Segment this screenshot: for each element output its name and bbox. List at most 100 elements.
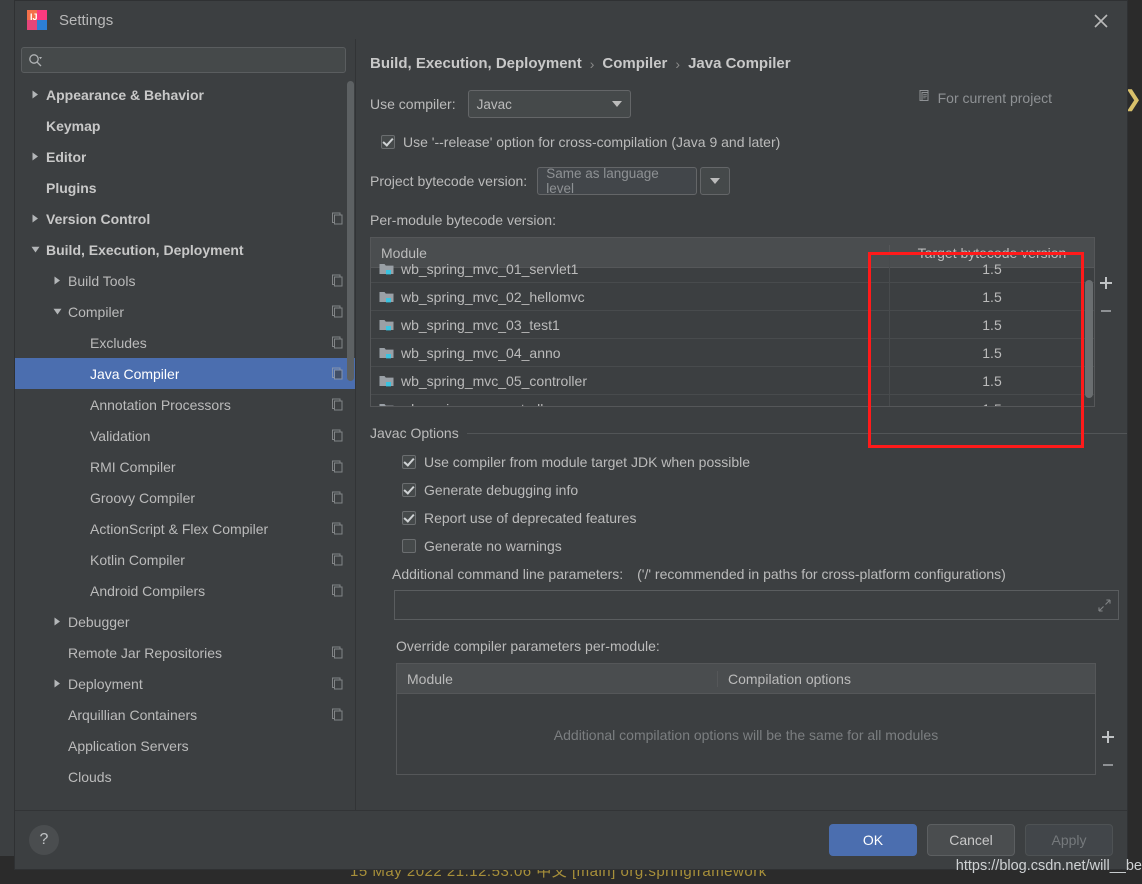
chevron-right-icon[interactable]: [51, 274, 64, 287]
javac-option-checkbox[interactable]: [402, 455, 416, 469]
module-cell: wb_springmvc_controller: [371, 401, 889, 406]
sidebar-item-remote-jar-repositories[interactable]: Remote Jar Repositories: [15, 637, 356, 668]
use-compiler-value: Javac: [476, 96, 512, 112]
table-row[interactable]: wb_springmvc_controller 1.5: [371, 395, 1094, 406]
search-input[interactable]: [43, 51, 339, 69]
sidebar-item-rmi-compiler[interactable]: RMI Compiler: [15, 451, 356, 482]
target-bytecode-version-cell[interactable]: 1.5: [889, 311, 1094, 338]
override-section-label: Override compiler parameters per-module:: [396, 638, 660, 654]
sidebar-item-android-compilers[interactable]: Android Compilers: [15, 575, 356, 606]
sidebar-item-java-compiler[interactable]: Java Compiler: [15, 358, 356, 389]
sidebar-scrollbar[interactable]: [347, 81, 354, 381]
module-name: wb_spring_mvc_04_anno: [401, 344, 561, 361]
remove-override-button[interactable]: [1100, 757, 1116, 773]
project-bytecode-value-box[interactable]: Same as language level: [537, 166, 698, 196]
sidebar-item-plugins[interactable]: Plugins: [15, 172, 356, 203]
project-scope-icon: [331, 274, 344, 287]
table-row[interactable]: wb_spring_mvc_04_anno 1.5: [371, 339, 1094, 367]
search-box[interactable]: [21, 47, 346, 73]
settings-main-panel: Build, Execution, Deployment › Compiler …: [356, 39, 1127, 810]
add-override-button[interactable]: [1100, 729, 1116, 745]
override-table-actions: [1100, 729, 1116, 773]
sidebar-item-editor[interactable]: Editor: [15, 141, 356, 172]
table-row[interactable]: wb_spring_mvc_01_servlet1 1.5: [371, 255, 1094, 283]
remove-module-button[interactable]: [1098, 303, 1114, 319]
sidebar-item-build-execution-deployment[interactable]: Build, Execution, Deployment: [15, 234, 356, 265]
sidebar-item-annotation-processors[interactable]: Annotation Processors: [15, 389, 356, 420]
javac-option-checkbox[interactable]: [402, 511, 416, 525]
sidebar-item-compiler[interactable]: Compiler: [15, 296, 356, 327]
ok-button[interactable]: OK: [829, 824, 917, 856]
additional-params-input[interactable]: [394, 590, 1119, 620]
breadcrumb-item-1[interactable]: Compiler: [602, 55, 667, 72]
target-bytecode-version-cell[interactable]: 1.5: [889, 255, 1094, 282]
column-header-module[interactable]: Module: [397, 671, 717, 687]
chevron-right-icon[interactable]: [29, 150, 42, 163]
javac-option-row[interactable]: Generate no warnings: [402, 538, 1127, 554]
sidebar-item-deployment[interactable]: Deployment: [15, 668, 356, 699]
release-option-checkbox[interactable]: [381, 135, 395, 149]
sidebar-item-validation[interactable]: Validation: [15, 420, 356, 451]
use-compiler-select[interactable]: Javac: [467, 90, 631, 118]
sidebar-item-build-tools[interactable]: Build Tools: [15, 265, 356, 296]
javac-option-checkbox[interactable]: [402, 483, 416, 497]
chevron-right-icon[interactable]: [51, 615, 64, 628]
sidebar-item-label: Deployment: [68, 675, 143, 692]
add-module-button[interactable]: [1098, 275, 1114, 291]
module-name: wb_spring_mvc_02_hellomvc: [401, 288, 585, 305]
sidebar-item-appearance-behavior[interactable]: Appearance & Behavior: [15, 79, 356, 110]
target-bytecode-version-cell[interactable]: 1.5: [889, 339, 1094, 366]
sidebar-item-actionscript-flex-compiler[interactable]: ActionScript & Flex Compiler: [15, 513, 356, 544]
breadcrumb-separator: ›: [675, 55, 681, 72]
sidebar-item-excludes[interactable]: Excludes: [15, 327, 356, 358]
cancel-button[interactable]: Cancel: [927, 824, 1015, 856]
sidebar-item-label: Compiler: [68, 303, 125, 320]
sidebar-item-keymap[interactable]: Keymap: [15, 110, 356, 141]
sidebar-item-label: Appearance & Behavior: [46, 86, 204, 103]
javac-option-row[interactable]: Report use of deprecated features: [402, 510, 1127, 526]
sidebar-item-kotlin-compiler[interactable]: Kotlin Compiler: [15, 544, 356, 575]
help-button[interactable]: ?: [29, 825, 59, 855]
table-row[interactable]: wb_spring_mvc_03_test1 1.5: [371, 311, 1094, 339]
chevron-right-icon[interactable]: [51, 677, 64, 690]
project-bytecode-dropdown-button[interactable]: [700, 167, 731, 195]
breadcrumb-item-0[interactable]: Build, Execution, Deployment: [370, 55, 582, 72]
release-option-row[interactable]: Use '--release' option for cross-compila…: [381, 134, 1127, 150]
javac-option-row[interactable]: Use compiler from module target JDK when…: [402, 454, 1127, 470]
sidebar-item-partial[interactable]: [15, 792, 356, 806]
module-cell: wb_spring_mvc_03_test1: [371, 317, 889, 333]
module-table-scrollbar[interactable]: [1085, 280, 1093, 398]
group-rule: [466, 432, 1127, 434]
close-icon[interactable]: [1089, 9, 1113, 33]
chevron-right-icon[interactable]: [29, 88, 42, 101]
sidebar-item-version-control[interactable]: Version Control: [15, 203, 356, 234]
sidebar-item-clouds[interactable]: Clouds: [15, 761, 356, 792]
search-container: [15, 39, 356, 79]
override-compiler-table[interactable]: Module Compilation options Additional co…: [396, 663, 1096, 775]
use-compiler-label: Use compiler:: [370, 96, 456, 112]
settings-tree: Appearance & Behavior Keymap Editor Plugins…: [15, 79, 356, 810]
target-bytecode-version-cell[interactable]: 1.5: [889, 283, 1094, 310]
target-bytecode-version-cell[interactable]: 1.5: [889, 395, 1094, 406]
table-row[interactable]: wb_spring_mvc_02_hellomvc 1.5: [371, 283, 1094, 311]
per-module-bytecode-table[interactable]: Module Target bytecode version wb_spring…: [370, 237, 1095, 407]
javac-option-label: Generate debugging info: [424, 482, 579, 498]
sidebar-item-groovy-compiler[interactable]: Groovy Compiler: [15, 482, 356, 513]
expand-icon[interactable]: [1098, 599, 1111, 612]
sidebar-item-application-servers[interactable]: Application Servers: [15, 730, 356, 761]
sidebar-item-label: Groovy Compiler: [90, 489, 196, 506]
table-row[interactable]: wb_spring_mvc_05_controller 1.5: [371, 367, 1094, 395]
target-bytecode-version-cell[interactable]: 1.5: [889, 367, 1094, 394]
chevron-right-icon[interactable]: [29, 212, 42, 225]
chevron-down-icon[interactable]: [29, 243, 42, 256]
sidebar-item-arquillian-containers[interactable]: Arquillian Containers: [15, 699, 356, 730]
javac-option-checkbox[interactable]: [402, 539, 416, 553]
breadcrumb-item-2: Java Compiler: [688, 55, 791, 72]
sidebar-item-debugger[interactable]: Debugger: [15, 606, 356, 637]
javac-option-row[interactable]: Generate debugging info: [402, 482, 1127, 498]
chevron-down-icon[interactable]: [51, 305, 64, 318]
column-header-compilation-options[interactable]: Compilation options: [717, 670, 1095, 687]
